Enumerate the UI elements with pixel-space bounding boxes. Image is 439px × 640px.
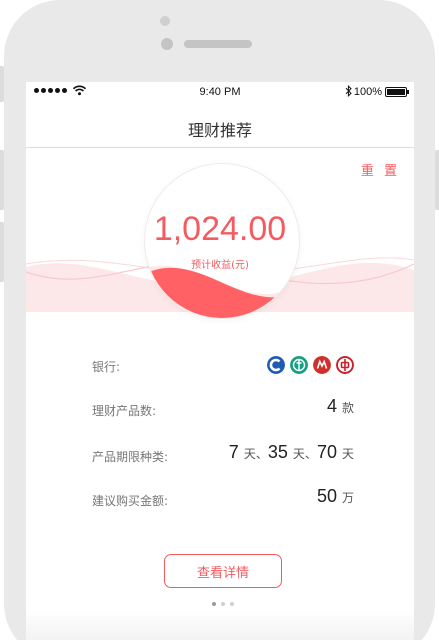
period-value: 7 xyxy=(228,442,239,462)
page-dot[interactable] xyxy=(221,602,225,606)
bottom-fade xyxy=(26,610,414,640)
navigation-bar: 理财推荐 xyxy=(26,102,414,148)
suggested-amount-value: 50 万 xyxy=(316,486,354,506)
expected-earnings-label: 预计收益(元) xyxy=(191,260,249,271)
page-title: 理财推荐 xyxy=(187,121,252,140)
bluetooth-icon xyxy=(345,85,352,97)
battery-icon xyxy=(385,87,409,97)
bank-label: 银行: xyxy=(92,360,121,374)
volume-up-button xyxy=(0,150,4,210)
earpiece-speaker xyxy=(184,40,252,48)
product-count-value: 4 款 xyxy=(326,396,354,416)
china-merchants-bank-icon xyxy=(313,356,331,374)
reset-button[interactable]: 重 置 xyxy=(361,160,400,179)
expected-earnings-amount: 1,024.00 xyxy=(153,210,287,248)
bank-of-china-icon xyxy=(336,356,354,374)
page-indicator[interactable] xyxy=(212,602,234,606)
suggested-amount-label: 建议购买金额: xyxy=(92,494,169,508)
agricultural-bank-icon xyxy=(290,356,308,374)
page-dot[interactable] xyxy=(230,602,234,606)
view-details-button[interactable]: 查看详情 xyxy=(164,554,282,588)
phone-frame: 9:40 PM 100% 理财推荐 重 置 1,024.00 预计收益(元) 银… xyxy=(0,0,439,640)
product-period-label: 产品期限种类: xyxy=(92,450,169,464)
bank-row: 银行: xyxy=(92,350,354,380)
product-period-row: 产品期限种类: 7 天、35 天、70 天 xyxy=(92,440,354,470)
suggested-amount-row: 建议购买金额: 50 万 xyxy=(92,484,354,514)
bank-of-communications-icon xyxy=(267,356,285,374)
period-value: 35 xyxy=(267,442,288,462)
page-dot[interactable] xyxy=(212,602,216,606)
product-count-row: 理财产品数: 4 款 xyxy=(92,394,354,424)
product-count-label: 理财产品数: xyxy=(92,404,157,418)
app-screen: 9:40 PM 100% 理财推荐 重 置 1,024.00 预计收益(元) 银… xyxy=(26,82,414,640)
bank-logos xyxy=(267,356,354,374)
period-value: 70 xyxy=(316,442,337,462)
sensor-icon xyxy=(161,38,173,50)
battery-percent: 100% xyxy=(353,86,382,98)
front-camera-icon xyxy=(160,16,170,26)
volume-down-button xyxy=(0,222,4,282)
status-bar: 9:40 PM 100% xyxy=(26,82,414,102)
mute-switch xyxy=(0,66,4,102)
product-period-values: 7 天、35 天、70 天 xyxy=(228,442,354,462)
power-button xyxy=(435,150,439,210)
